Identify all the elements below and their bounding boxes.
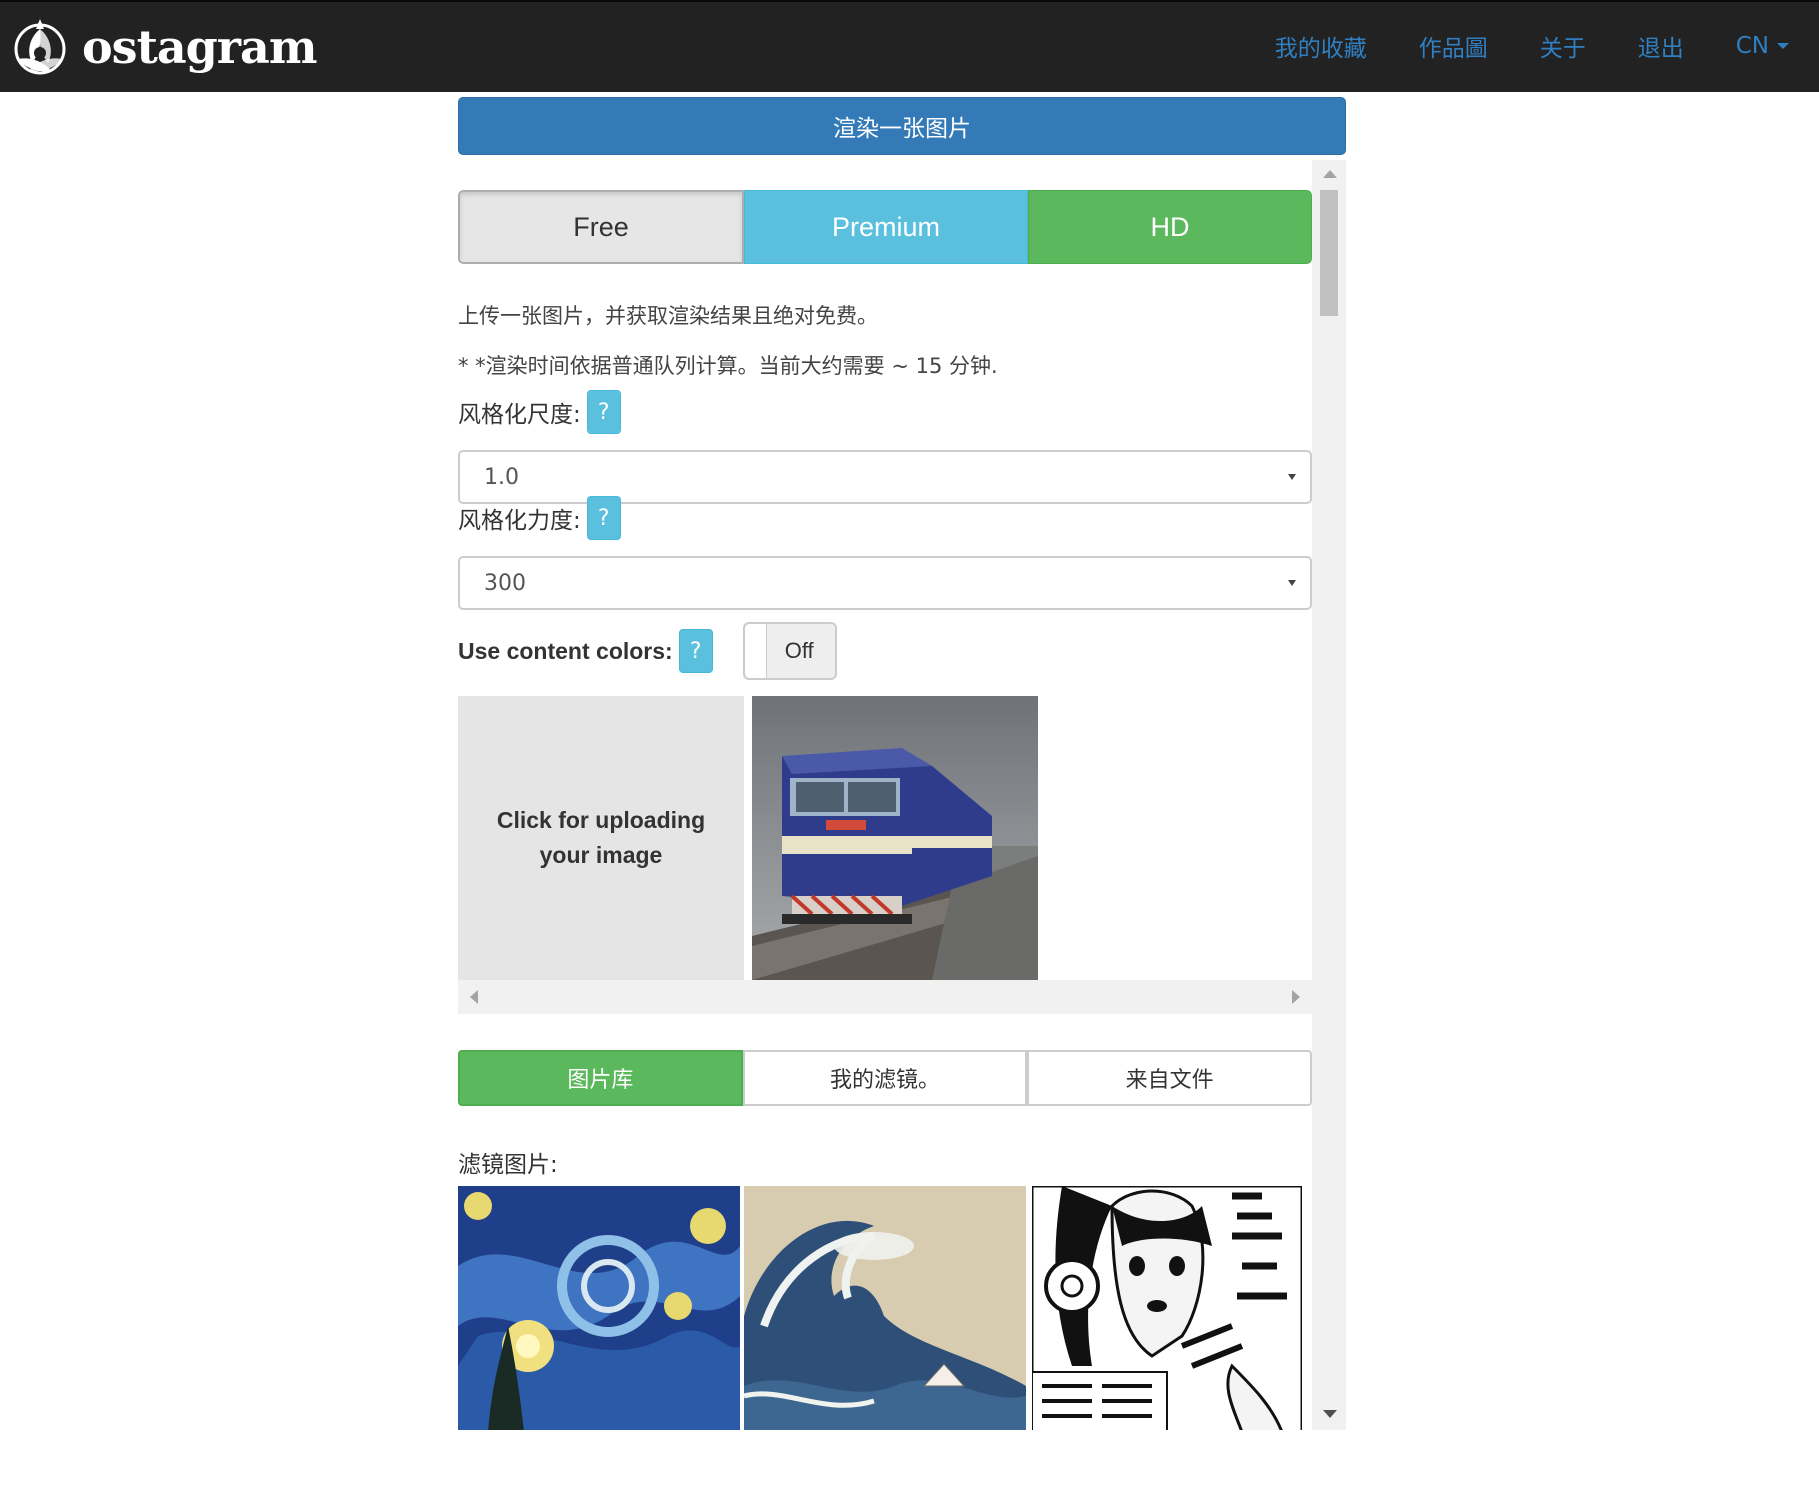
stylization-strength-select[interactable]: 300 <box>458 556 1312 610</box>
brand-name: ostagram <box>82 20 318 74</box>
ostagram-logo-icon <box>14 19 66 75</box>
great-wave-image <box>744 1186 1026 1430</box>
tab-from-file[interactable]: 来自文件 <box>1027 1050 1313 1106</box>
stylization-scale-help-button[interactable]: ? <box>586 390 621 434</box>
filter-images-title: 滤镜图片: <box>458 1152 558 1178</box>
scroll-up-icon[interactable] <box>1323 170 1337 178</box>
content-colors-toggle[interactable]: Off <box>742 622 837 680</box>
stylization-strength-value: 300 <box>484 570 526 596</box>
plan-hd-button[interactable]: HD <box>1028 190 1312 264</box>
stylization-strength-label: 风格化力度: <box>458 508 581 534</box>
upload-image-tile[interactable]: Click for uploading your image <box>458 696 744 980</box>
nav-link-favorites[interactable]: 我的收藏 <box>1275 29 1367 63</box>
stylization-scale-value: 1.0 <box>484 464 519 490</box>
panel-vertical-scrollbar[interactable] <box>1312 160 1346 1430</box>
filter-image-manga[interactable] <box>1032 1186 1302 1430</box>
upload-image-text: Click for uploading your image <box>496 807 706 868</box>
content-image-train[interactable] <box>752 696 1038 980</box>
train-image <box>752 696 1038 980</box>
filter-image-great-wave[interactable] <box>744 1186 1026 1430</box>
brand-logo[interactable]: ostagram <box>8 12 318 82</box>
content-colors-row: Use content colors: ? Off <box>458 622 837 680</box>
stylization-strength-help-button[interactable]: ? <box>586 496 621 540</box>
render-settings-panel: Free Premium HD 上传一张图片，并获取渲染结果且绝对免费。 * *… <box>458 160 1346 1430</box>
content-colors-help-button[interactable]: ? <box>678 629 713 673</box>
toggle-handle <box>744 624 767 678</box>
content-image-carousel: Click for uploading your image <box>458 696 1312 1016</box>
nav-links: 我的收藏 作品圖 关于 退出 CN <box>1223 2 1789 90</box>
language-label: CN <box>1735 33 1769 59</box>
scroll-right-icon[interactable] <box>1292 990 1300 1004</box>
select-arrow-icon <box>1288 580 1296 586</box>
carousel-horizontal-scrollbar[interactable] <box>458 980 1312 1014</box>
navbar: ostagram 我的收藏 作品圖 关于 退出 CN <box>0 0 1819 92</box>
starry-night-image <box>458 1186 740 1430</box>
manga-image <box>1032 1186 1302 1430</box>
scroll-down-icon[interactable] <box>1323 1410 1337 1418</box>
filter-image-grid <box>458 1186 1312 1430</box>
scroll-left-icon[interactable] <box>470 990 478 1004</box>
tab-gallery[interactable]: 图片库 <box>458 1050 743 1106</box>
nav-link-logout[interactable]: 退出 <box>1638 29 1684 63</box>
select-arrow-icon <box>1288 474 1296 480</box>
caret-down-icon <box>1777 43 1789 49</box>
stylization-scale-label-row: 风格化尺度: ? <box>458 390 621 434</box>
filter-image-starry-night[interactable] <box>458 1186 740 1430</box>
plan-free-button[interactable]: Free <box>458 190 744 264</box>
stylization-strength-label-row: 风格化力度: ? <box>458 496 621 540</box>
content-colors-label: Use content colors: <box>458 637 673 664</box>
nav-link-gallery[interactable]: 作品圖 <box>1419 29 1488 63</box>
tab-my-filters[interactable]: 我的滤镜。 <box>742 1050 1028 1106</box>
language-dropdown[interactable]: CN <box>1736 33 1789 59</box>
stylization-scale-label: 风格化尺度: <box>458 402 581 428</box>
nav-link-about[interactable]: 关于 <box>1540 29 1586 63</box>
render-image-button[interactable]: 渲染一张图片 <box>458 97 1346 155</box>
toggle-state: Off <box>784 638 814 663</box>
queue-time-note: * *渲染时间依据普通队列计算。当前大约需要 ~ 15 分钟. <box>458 354 998 378</box>
plan-premium-button[interactable]: Premium <box>744 190 1028 264</box>
plan-description: 上传一张图片，并获取渲染结果且绝对免费。 <box>458 304 878 328</box>
plan-selector: Free Premium HD <box>458 190 1312 264</box>
style-source-tabs: 图片库 我的滤镜。 来自文件 <box>458 1050 1313 1106</box>
scrollbar-thumb[interactable] <box>1320 190 1338 316</box>
